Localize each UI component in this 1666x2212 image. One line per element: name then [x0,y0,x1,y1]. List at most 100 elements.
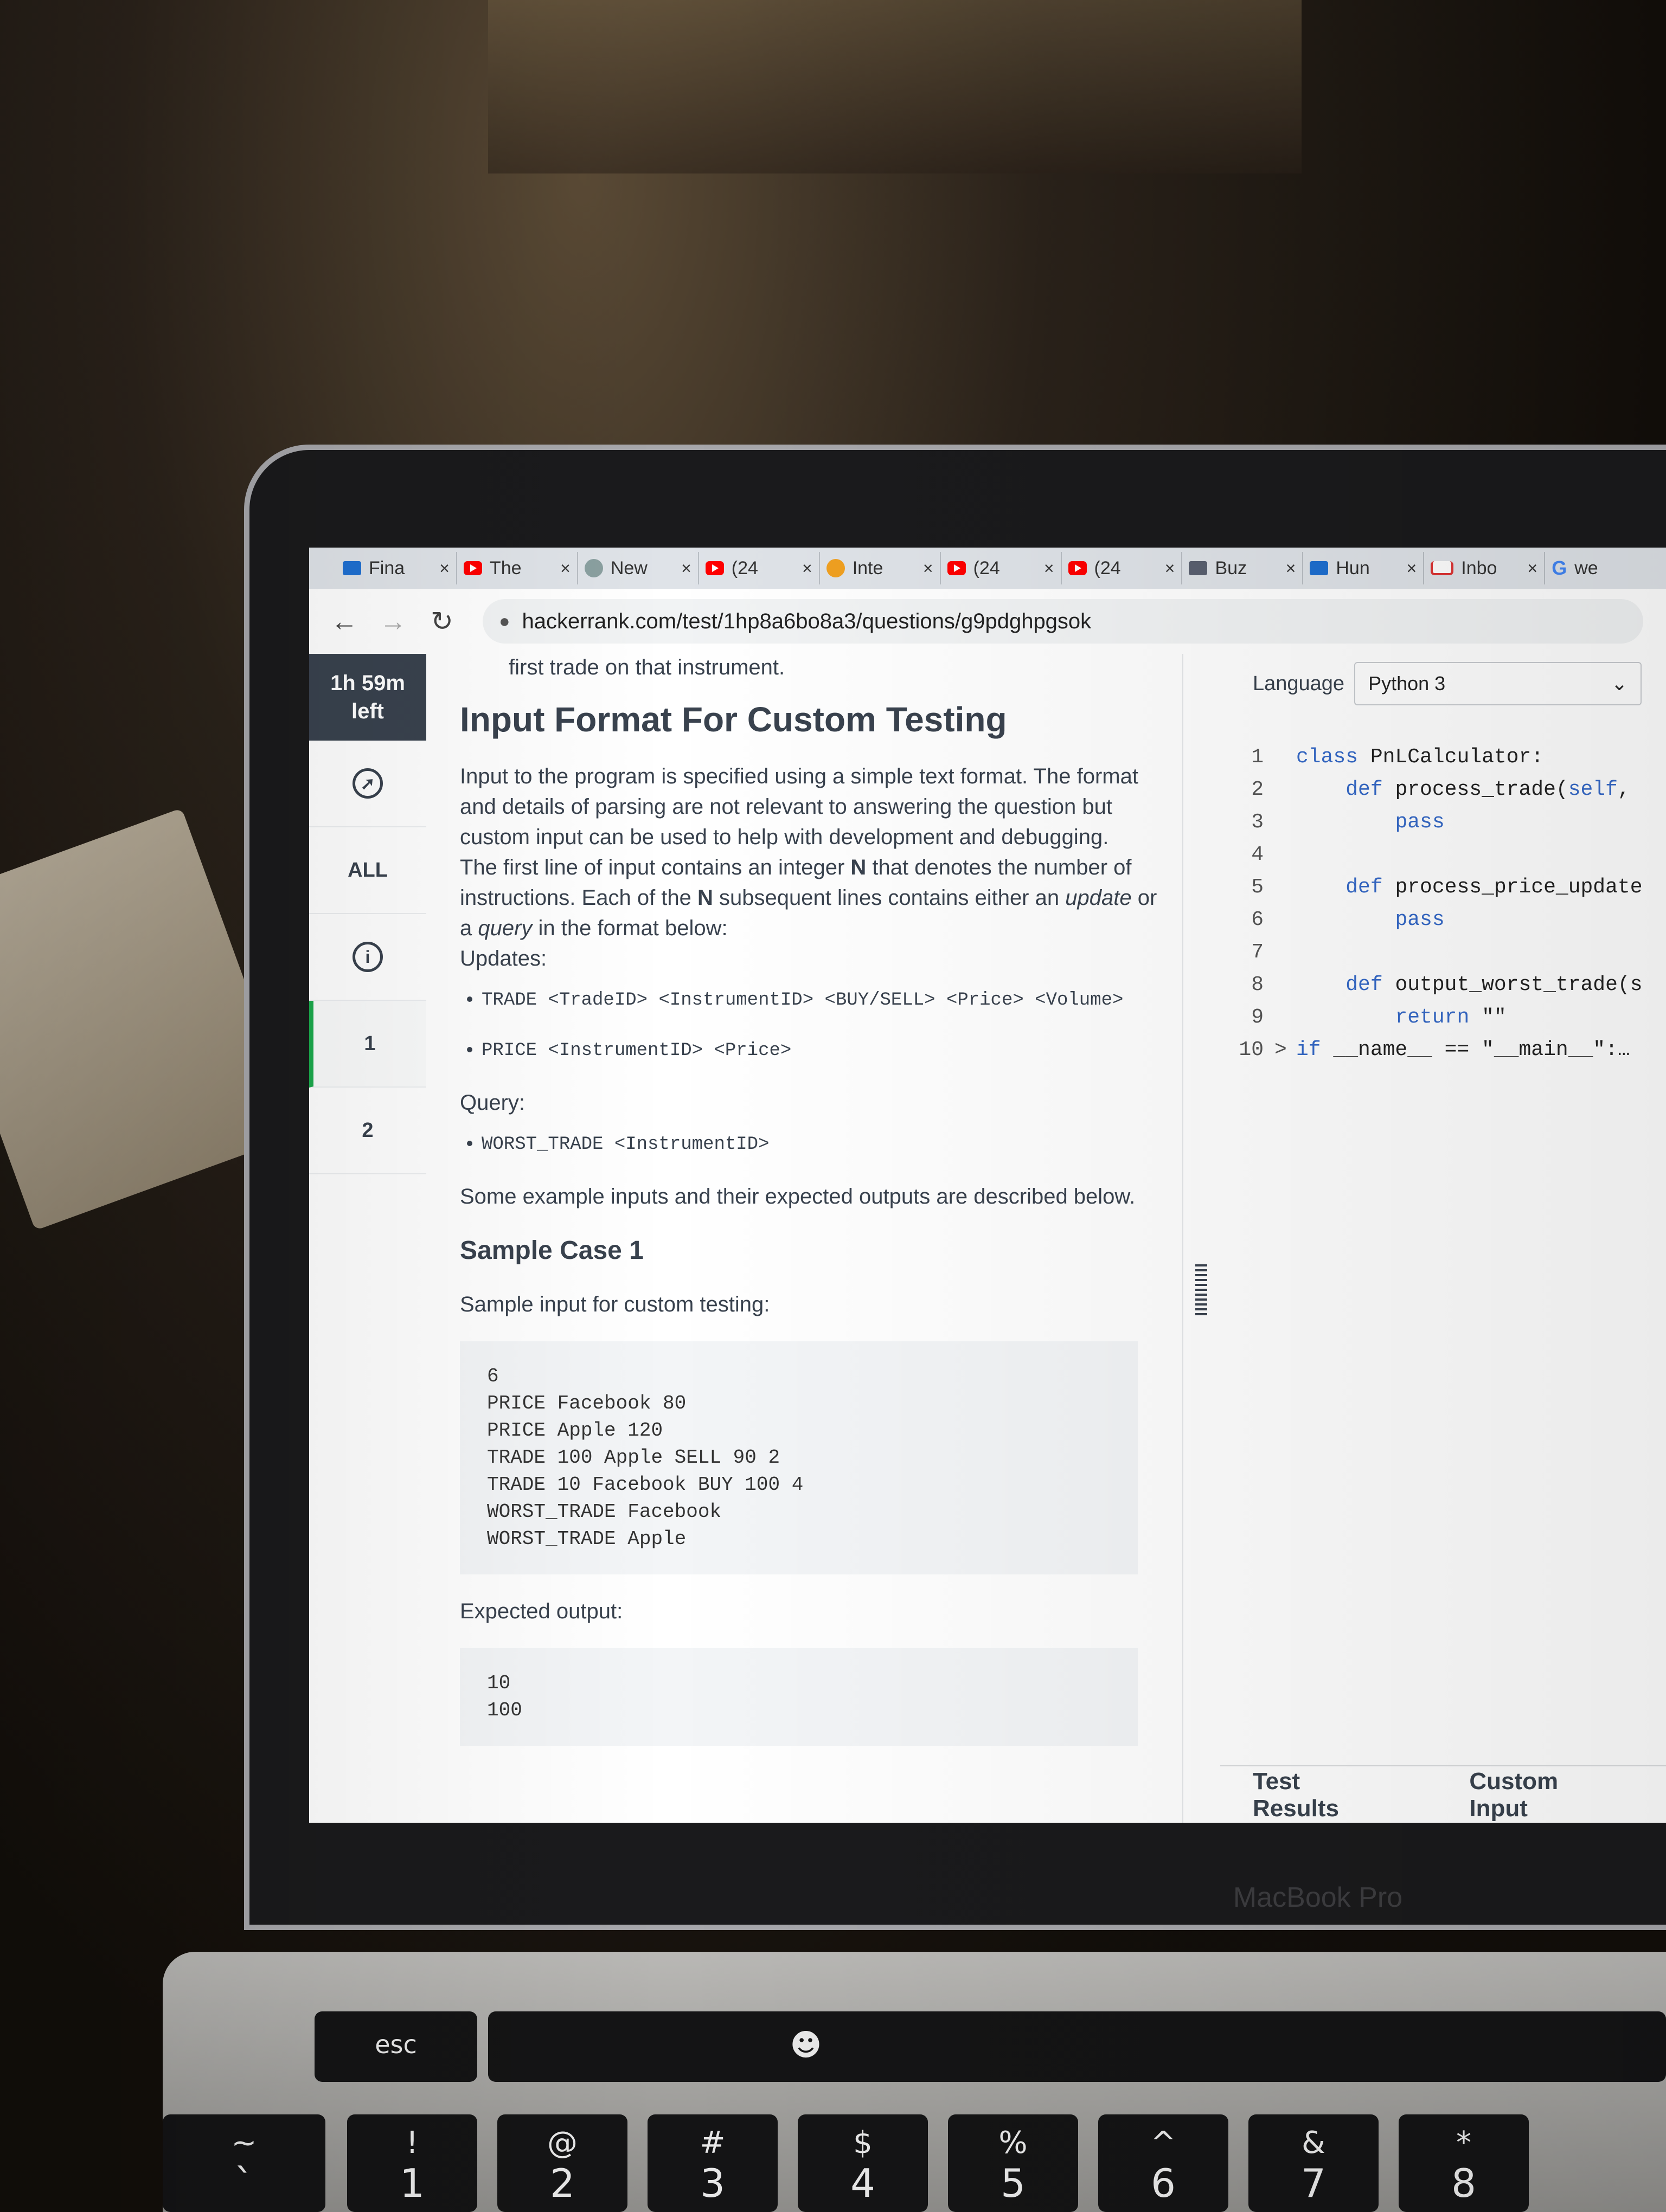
close-icon[interactable]: × [1286,558,1296,578]
problem-scroll-area[interactable]: first trade on that instrument. Input Fo… [460,654,1159,1823]
key-shift-label: @ [547,2125,578,2160]
tab-title: (24 [1094,557,1121,578]
code-line[interactable]: 10 > if __name__ == "__main__":… [1220,1033,1666,1066]
close-icon[interactable]: × [1528,558,1538,578]
close-icon[interactable]: × [560,558,571,578]
text: in the format below: [532,916,728,940]
url-field[interactable]: ● hackerrank.com/test/1hp8a6bo8a3/questi… [483,599,1643,644]
code-line[interactable]: 6 pass [1220,903,1666,936]
code-token: self [1568,777,1618,801]
compass-button[interactable]: ➚ [309,741,426,827]
fold-chevron-icon[interactable]: > [1274,1038,1296,1062]
bookshelf-background [488,0,1302,173]
key-shift-label: # [700,2125,726,2160]
code-line[interactable]: 9 return "" [1220,1001,1666,1033]
keyboard-key[interactable]: * 8 [1399,2114,1529,2212]
browser-tab[interactable]: Inte × [820,552,941,584]
section-title: Input Format For Custom Testing [460,700,1007,739]
keyboard-key[interactable]: & 7 [1248,2114,1379,2212]
close-icon[interactable]: × [681,558,691,578]
info-button[interactable]: i [309,914,426,1001]
code-line[interactable]: 4 [1220,838,1666,871]
address-bar-row: ← → ↻ ● hackerrank.com/test/1hp8a6bo8a3/… [309,589,1666,655]
keyboard-key[interactable]: % 5 [948,2114,1078,2212]
line-number: 1 [1251,745,1264,769]
code-line[interactable]: 2 def process_trade(self, [1220,773,1666,806]
browser-tab[interactable]: (24 × [1062,552,1183,584]
list-item: PRICE <InstrumentID> <Price> [482,1037,1159,1063]
query-format: WORST_TRADE <InstrumentID> [482,1134,770,1155]
close-icon[interactable]: × [1044,558,1054,578]
tab-custom-input[interactable]: Custom Input [1469,1768,1612,1822]
language-label: Language [1253,672,1345,695]
back-arrow-icon[interactable]: ← [320,606,369,637]
drag-handle-icon[interactable] [1195,1264,1207,1316]
code-token: PnLCalculator: [1358,745,1544,769]
reload-icon[interactable]: ↻ [418,606,466,637]
all-questions-button[interactable]: ALL [309,827,426,914]
keyboard-key[interactable]: #3 [648,2114,778,2212]
info-icon: i [353,942,383,972]
keyboard-key[interactable]: ^ 6 [1098,2114,1228,2212]
code-line[interactable]: 8 def output_worst_trade(s [1220,968,1666,1001]
key-label: 5 [1001,2160,1026,2206]
sample-case-title: Sample Case 1 [460,1236,644,1265]
key-shift-label: ! [406,2125,419,2160]
keyboard-key[interactable]: ! 1 [347,2114,477,2212]
browser-tab[interactable]: Fina × [336,552,457,584]
code-line[interactable]: 5 def process_price_update [1220,871,1666,903]
question-2-button[interactable]: 2 [309,1088,426,1174]
line-number: 5 [1251,875,1264,899]
code-text: return "" [1296,1006,1506,1029]
update-list: TRADE <TradeID> <InstrumentID> <BUY/SELL… [460,987,1159,1063]
code-token: if [1296,1038,1321,1062]
keyboard-key[interactable]: @2 [497,2114,627,2212]
language-select[interactable]: Python 3 ⌄ [1354,662,1642,705]
keyboard-key[interactable]: $4 [798,2114,928,2212]
tab-title: Fina [369,557,405,578]
console-tabs: Test Results Custom Input [1220,1765,1666,1823]
keyboard-key[interactable]: ~ ` [163,2114,325,2212]
browser-tab[interactable]: Hun × [1303,552,1425,584]
timer-suffix: left [351,699,384,723]
browser-tab[interactable]: The × [457,552,578,584]
emoji-icon: ☻ [790,2028,822,2063]
buzz-icon [1189,561,1208,575]
touch-bar[interactable]: ☻ [488,2011,1666,2082]
code-line[interactable]: 7 [1220,936,1666,968]
close-icon[interactable]: × [439,558,450,578]
cut-off-text: first trade on that instrument. [509,655,785,679]
close-icon[interactable]: × [923,558,933,578]
close-icon[interactable]: × [1165,558,1175,578]
code-line[interactable]: 3 pass [1220,806,1666,838]
chevron-down-icon: ⌄ [1611,672,1628,695]
question-1-button[interactable]: 1 [309,1001,426,1088]
line-number: 10 [1239,1038,1264,1062]
bold-n: N [697,886,713,910]
close-icon[interactable]: × [802,558,812,578]
browser-tab[interactable]: Gwe [1545,552,1666,584]
code-line[interactable]: 1 class PnLCalculator: [1220,741,1666,773]
line-number: 8 [1251,973,1264,996]
keyboard: esc ☻ ~ `! 1 @2 #3 $4% 5 ^ 6 & 7 * 8 [163,1952,1666,2212]
expected-output-label: Expected output: [460,1599,623,1623]
forward-arrow-icon[interactable]: → [369,606,418,637]
tab-title: we [1574,557,1598,578]
url-text: hackerrank.com/test/1hp8a6bo8a3/question… [522,609,1092,633]
key-label: 7 [1301,2160,1326,2206]
text: subsequent lines contains either an [713,886,1066,910]
code-area[interactable]: 1 class PnLCalculator: 2 def process_trade… [1220,741,1666,1066]
browser-tab[interactable]: Buz × [1182,552,1304,584]
browser-tab[interactable]: (24 × [941,552,1062,584]
browser-tab[interactable]: Inbo × [1424,552,1546,584]
key-shift-label: $ [853,2125,873,2160]
close-icon[interactable]: × [1407,558,1417,578]
browser-tab[interactable]: (24 × [699,552,820,584]
language-value: Python 3 [1368,672,1446,695]
tab-test-results[interactable]: Test Results [1253,1768,1382,1822]
key-label: ` [234,2160,254,2206]
line-number: 3 [1251,810,1264,834]
browser-tab[interactable]: New × [578,552,699,584]
panel-splitter[interactable] [1182,654,1222,1823]
